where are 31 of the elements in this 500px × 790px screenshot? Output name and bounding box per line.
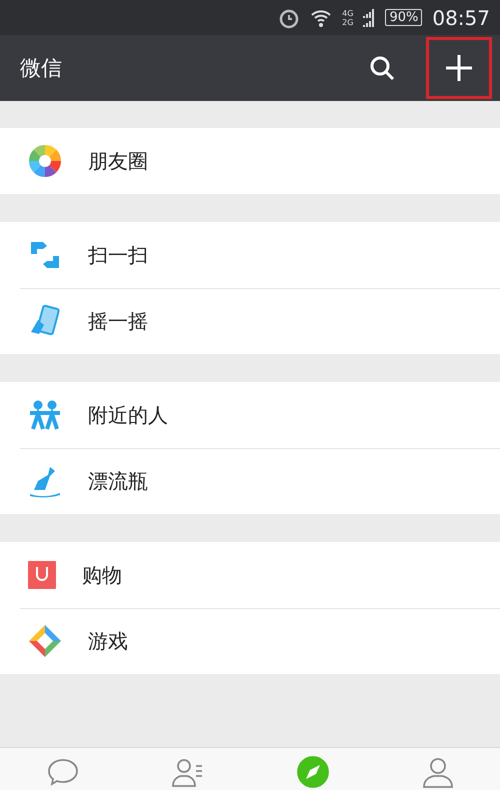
menu-label: 购物	[82, 562, 122, 588]
add-button[interactable]	[426, 37, 492, 99]
network-label: 2G	[342, 18, 354, 26]
menu-label: 扫一扫	[88, 242, 148, 268]
people-icon	[28, 398, 62, 432]
bottle-icon	[28, 464, 62, 498]
search-icon	[369, 55, 395, 81]
menu-item[interactable]: 购物	[0, 542, 500, 608]
menu-item[interactable]: 朋友圈	[0, 128, 500, 194]
phone-in-hand-icon	[28, 304, 62, 338]
menu-label: 漂流瓶	[88, 468, 148, 494]
app-title: 微信	[20, 55, 63, 82]
menu-item[interactable]: 漂流瓶	[0, 448, 500, 514]
menu-label: 附近的人	[88, 402, 168, 428]
menu-item[interactable]: 摇一摇	[0, 288, 500, 354]
menu-label: 摇一摇	[88, 308, 148, 334]
menu-label: 游戏	[88, 628, 128, 654]
shopping-bag-icon	[28, 561, 56, 589]
compass-icon[interactable]	[294, 754, 330, 790]
clock-time: 08:57	[432, 6, 490, 30]
battery-level: 90%	[385, 9, 422, 26]
wifi-icon	[310, 8, 332, 28]
network-label: 4G	[342, 8, 354, 18]
menu-item[interactable]: 附近的人	[0, 382, 500, 448]
plus-icon	[445, 54, 473, 82]
signal-icon	[363, 8, 376, 26]
menu-item[interactable]: 扫一扫	[0, 222, 500, 288]
menu-label: 朋友圈	[88, 148, 148, 174]
game-icon	[28, 624, 62, 658]
aperture-icon	[28, 144, 62, 178]
menu-item[interactable]: 游戏	[0, 608, 500, 674]
